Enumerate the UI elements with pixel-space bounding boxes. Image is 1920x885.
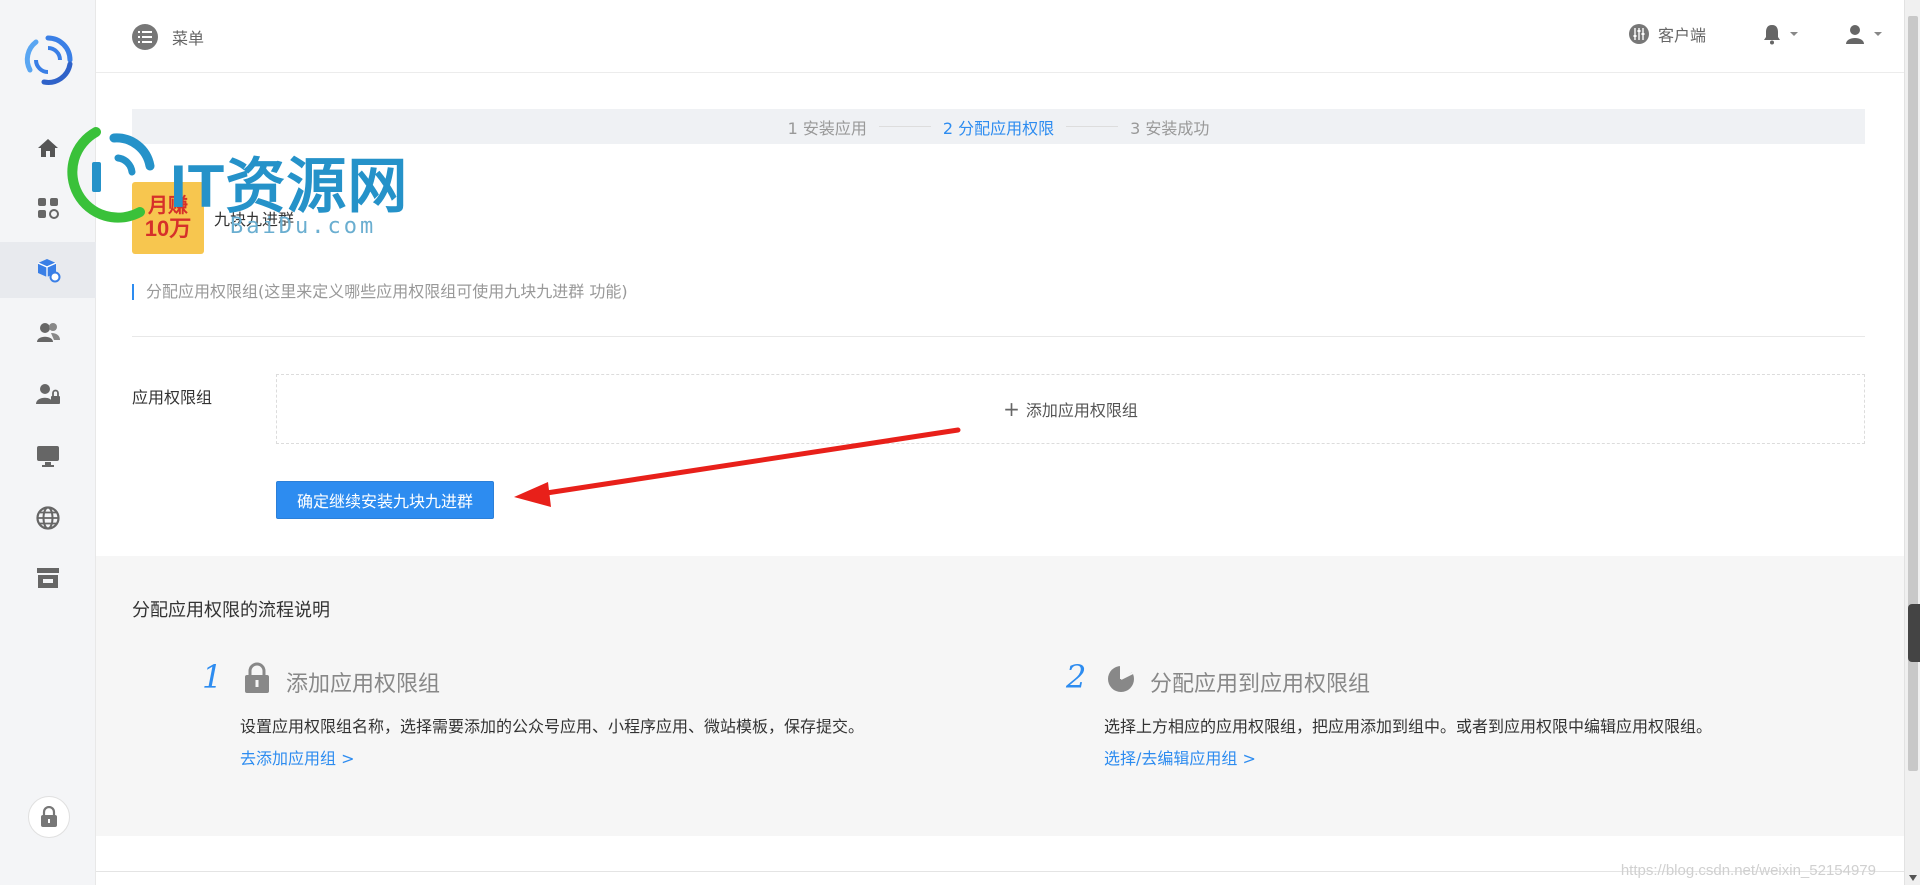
sidebar-item-app-settings[interactable]	[0, 242, 96, 298]
store-icon	[37, 568, 59, 588]
globe-icon	[36, 506, 60, 530]
step-install-success: 3 安装成功	[1130, 118, 1210, 138]
sidebar-item-globe[interactable]	[0, 490, 96, 546]
apps-icon	[38, 198, 59, 219]
sidebar	[0, 0, 96, 885]
lock-icon	[245, 662, 269, 693]
top-right-actions: 客户端	[1628, 22, 1882, 46]
chevron-down-icon	[1790, 32, 1798, 36]
app-card: 月赚 10万 九块九进群	[132, 182, 294, 254]
bell-icon	[1764, 25, 1780, 45]
users-icon	[37, 323, 60, 342]
scroll-down-arrow-icon[interactable]	[1909, 875, 1917, 881]
top-bar: 菜单 客户端	[96, 0, 1904, 73]
permission-group-label: 应用权限组	[132, 388, 213, 407]
vertical-scrollbar[interactable]	[1904, 0, 1920, 885]
select-edit-app-group-link[interactable]: 选择/去编辑应用组 >	[1104, 745, 1256, 769]
install-steps: 1 安装应用 2 分配应用权限 3 安装成功	[132, 109, 1865, 144]
app-logo-icon[interactable]	[22, 34, 74, 86]
menu-toggle-button[interactable]: 菜单	[132, 24, 204, 50]
plus-icon: +	[1003, 397, 1020, 421]
help-step-description: 选择上方相应的应用权限组，把应用添加到组中。或者到应用权限中编辑应用权限组。	[1104, 717, 1713, 736]
monitor-icon	[37, 446, 59, 467]
home-icon	[38, 139, 58, 157]
floating-side-widget[interactable]	[1908, 604, 1920, 662]
app-name: 九块九进群	[214, 210, 295, 229]
menu-label: 菜单	[172, 29, 205, 48]
app-thumb-line2: 10万	[144, 215, 192, 241]
sidebar-item-user-permissions[interactable]	[0, 366, 96, 422]
help-step-number: 2	[1066, 658, 1087, 696]
help-step-description: 设置应用权限组名称，选择需要添加的公众号应用、小程序应用、微站模板，保存提交。	[240, 717, 865, 736]
lock-icon	[41, 806, 57, 827]
client-settings-icon	[1628, 24, 1649, 44]
app-settings-icon	[37, 259, 61, 283]
help-panel: 分配应用权限的流程说明 1 添加应用权限组 设置应用权限组名称，选择需要添加的公…	[96, 556, 1904, 836]
divider	[132, 336, 1865, 337]
go-add-app-group-link[interactable]: 去添加应用组 >	[240, 745, 355, 769]
client-button[interactable]: 客户端	[1628, 22, 1706, 46]
confirm-install-button[interactable]: 确定继续安装九块九进群	[276, 481, 494, 519]
user-dropdown[interactable]	[1844, 23, 1882, 45]
add-permission-group-button[interactable]: + 添加应用权限组	[276, 374, 1865, 444]
notifications-dropdown[interactable]	[1762, 23, 1798, 45]
help-title: 分配应用权限的流程说明	[132, 600, 330, 621]
step-install-app: 1 安装应用	[787, 118, 867, 138]
help-step-heading: 分配应用到应用权限组	[1150, 672, 1371, 697]
sidebar-item-home[interactable]	[0, 120, 96, 176]
user-icon	[1846, 25, 1864, 44]
add-permission-group-label: 添加应用权限组	[1025, 401, 1138, 420]
help-step-number: 1	[202, 658, 223, 696]
pie-chart-icon	[1108, 663, 1134, 692]
help-step-heading: 添加应用权限组	[286, 672, 441, 697]
sidebar-item-store[interactable]	[0, 550, 96, 606]
sidebar-item-monitor[interactable]	[0, 428, 96, 484]
client-label: 客户端	[1657, 26, 1706, 45]
sidebar-item-users[interactable]	[0, 304, 96, 360]
list-icon	[132, 24, 158, 50]
chevron-down-icon	[1874, 32, 1882, 36]
app-thumbnail: 月赚 10万	[132, 182, 204, 254]
user-lock-icon	[36, 384, 60, 404]
csdn-watermark: https://blog.csdn.net/weixin_52154979	[1620, 862, 1876, 879]
step-assign-permissions: 2 分配应用权限	[942, 118, 1055, 138]
sidebar-item-apps[interactable]	[0, 180, 96, 236]
step-divider	[878, 126, 931, 127]
app-thumb-line1: 月赚	[148, 194, 188, 217]
step-divider	[1066, 126, 1119, 127]
lock-screen-button[interactable]	[28, 796, 70, 838]
section-title: 分配应用权限组(这里来定义哪些应用权限组可使用九块九进群 功能)	[132, 284, 628, 300]
